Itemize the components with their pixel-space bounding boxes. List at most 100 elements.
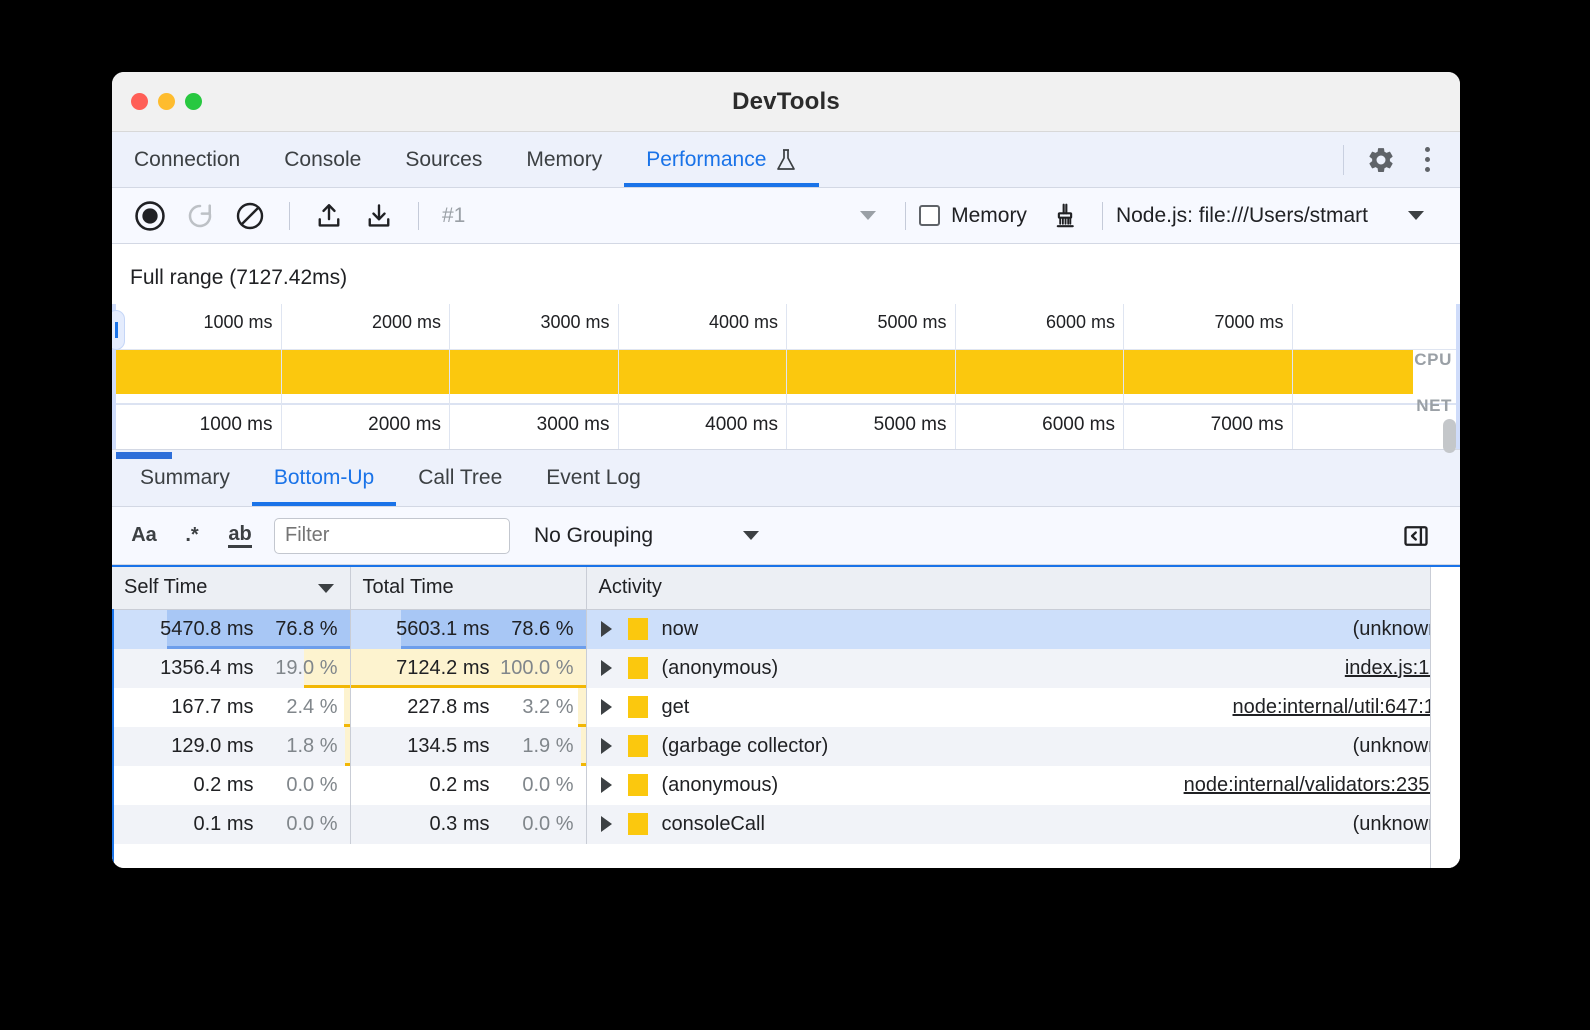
collect-garbage-button[interactable] (1041, 192, 1089, 240)
activity-cell: now(unknown) (586, 609, 1460, 649)
source-link[interactable]: node:internal/validators:235:3 (1184, 774, 1446, 797)
tab-sources[interactable]: Sources (383, 132, 504, 187)
table-row[interactable]: 0.2 ms0.0 %0.2 ms0.0 %(anonymous)node:in… (112, 766, 1460, 805)
record-icon (133, 199, 167, 233)
collect-garbage-icon (1049, 200, 1081, 232)
tab-bottom-up[interactable]: Bottom-Up (252, 450, 396, 506)
reload-and-record-button[interactable] (176, 192, 224, 240)
ruler-tick (281, 304, 282, 349)
tab-memory[interactable]: Memory (504, 132, 624, 187)
total-time-percent: 78.6 % (490, 618, 574, 641)
activity-cell: (anonymous)index.js:1:1 (586, 649, 1460, 688)
ruler-tick-label: 3000 ms (540, 312, 617, 333)
save-profile-button[interactable] (355, 192, 403, 240)
window-title-bar: DevTools (112, 72, 1460, 132)
total-time-value: 134.5 ms (407, 735, 489, 758)
ruler-tick-label: 7000 ms (1211, 414, 1292, 436)
table-cell: 227.8 ms3.2 % (350, 688, 586, 727)
ruler-tick-label: 2000 ms (368, 414, 449, 436)
load-profile-button[interactable] (305, 192, 353, 240)
record-button[interactable] (126, 192, 174, 240)
self-time-value: 167.7 ms (171, 696, 253, 719)
filter-input[interactable] (274, 518, 510, 554)
divider (289, 202, 290, 230)
target-selector-label[interactable]: Node.js: file:///Users/stmart (1116, 204, 1368, 228)
upload-profile-icon (314, 201, 344, 231)
session-selector-label[interactable]: #1 (442, 204, 465, 228)
chevron-down-icon (1408, 211, 1424, 220)
column-header-total-time[interactable]: Total Time (350, 567, 586, 609)
expand-triangle-icon[interactable] (601, 699, 612, 715)
gear-icon (1366, 145, 1396, 175)
table-cell: 134.5 ms1.9 % (350, 727, 586, 766)
ruler-tick (281, 404, 282, 449)
expand-triangle-icon[interactable] (601, 621, 612, 637)
overview-ruler-bottom: 1000 ms2000 ms3000 ms4000 ms5000 ms6000 … (112, 404, 1460, 449)
match-case-button[interactable]: Aa (122, 514, 166, 558)
chevron-down-icon (743, 531, 759, 540)
ruler-tick-label: 6000 ms (1042, 414, 1123, 436)
self-time-percent: 19.0 % (254, 657, 338, 680)
tab-console[interactable]: Console (262, 132, 383, 187)
grouping-dropdown[interactable]: No Grouping (534, 524, 759, 548)
self-time-value: 5470.8 ms (160, 618, 253, 641)
tab-connection[interactable]: Connection (112, 132, 262, 187)
table-row[interactable]: 5470.8 ms76.8 %5603.1 ms78.6 %now(unknow… (112, 609, 1460, 649)
flask-icon (775, 148, 797, 172)
overview-pane[interactable]: 1000 ms2000 ms3000 ms4000 ms5000 ms6000 … (112, 304, 1460, 449)
total-time-value: 7124.2 ms (396, 657, 489, 680)
ruler-tick (1123, 350, 1124, 404)
clear-recording-button[interactable] (226, 192, 274, 240)
ruler-tick (786, 304, 787, 349)
column-label: Self Time (124, 576, 207, 598)
table-cell: 0.2 ms0.0 % (112, 766, 350, 805)
memory-checkbox-group[interactable]: Memory (919, 204, 1027, 228)
tab-event-log[interactable]: Event Log (524, 450, 663, 506)
activity-name: get (662, 696, 690, 719)
expand-triangle-icon[interactable] (601, 660, 612, 676)
bottom-up-grid[interactable]: Self Time Total Time Activity 5470.8 ms7… (112, 565, 1460, 868)
full-range-label: Full range (7127.42ms) (112, 244, 1460, 304)
table-header-row: Self Time Total Time Activity (112, 567, 1460, 609)
expand-triangle-icon[interactable] (601, 738, 612, 754)
grid-vertical-scrollbar[interactable] (1430, 567, 1460, 868)
settings-button[interactable] (1360, 139, 1402, 181)
download-profile-icon (364, 201, 394, 231)
table-row[interactable]: 167.7 ms2.4 %227.8 ms3.2 %getnode:intern… (112, 688, 1460, 727)
ruler-tick (955, 404, 956, 449)
column-label: Activity (599, 576, 662, 598)
table-row[interactable]: 1356.4 ms19.0 %7124.2 ms100.0 %(anonymou… (112, 649, 1460, 688)
regex-button[interactable]: .* (170, 514, 214, 558)
tab-summary[interactable]: Summary (118, 450, 252, 506)
column-header-self-time[interactable]: Self Time (112, 567, 350, 609)
target-dropdown-button[interactable] (1392, 192, 1440, 240)
devtools-window: DevTools Connection Console Sources Memo… (112, 72, 1460, 868)
toggle-sidebar-button[interactable] (1394, 514, 1438, 558)
table-cell: 0.1 ms0.0 % (112, 805, 350, 844)
tab-label: Memory (526, 148, 602, 172)
more-options-button[interactable] (1406, 139, 1448, 181)
expand-triangle-icon[interactable] (601, 777, 612, 793)
tab-label: Bottom-Up (274, 466, 374, 490)
table-row[interactable]: 129.0 ms1.8 %134.5 ms1.9 %(garbage colle… (112, 727, 1460, 766)
divider (1343, 145, 1344, 175)
divider (1102, 202, 1103, 230)
tab-call-tree[interactable]: Call Tree (396, 450, 524, 506)
ruler-tick (955, 304, 956, 349)
tab-performance[interactable]: Performance (624, 132, 819, 187)
total-time-value: 0.2 ms (429, 774, 489, 797)
table-row[interactable]: 0.1 ms0.0 %0.3 ms0.0 %consoleCall(unknow… (112, 805, 1460, 844)
session-dropdown-button[interactable] (844, 192, 892, 240)
column-header-activity[interactable]: Activity (586, 567, 1460, 609)
source-link[interactable]: node:internal/util:647:17 (1233, 696, 1447, 719)
ruler-tick-label: 6000 ms (1046, 312, 1123, 333)
overview-vertical-scrollbar[interactable] (1443, 419, 1456, 453)
self-time-percent: 1.8 % (254, 735, 338, 758)
ruler-tick (786, 404, 787, 449)
expand-triangle-icon[interactable] (601, 816, 612, 832)
memory-checkbox[interactable] (919, 205, 940, 226)
self-time-value: 0.2 ms (193, 774, 253, 797)
match-case-icon: Aa (131, 524, 157, 547)
ruler-tick-label: 5000 ms (874, 414, 955, 436)
whole-word-button[interactable]: ab (218, 514, 262, 558)
